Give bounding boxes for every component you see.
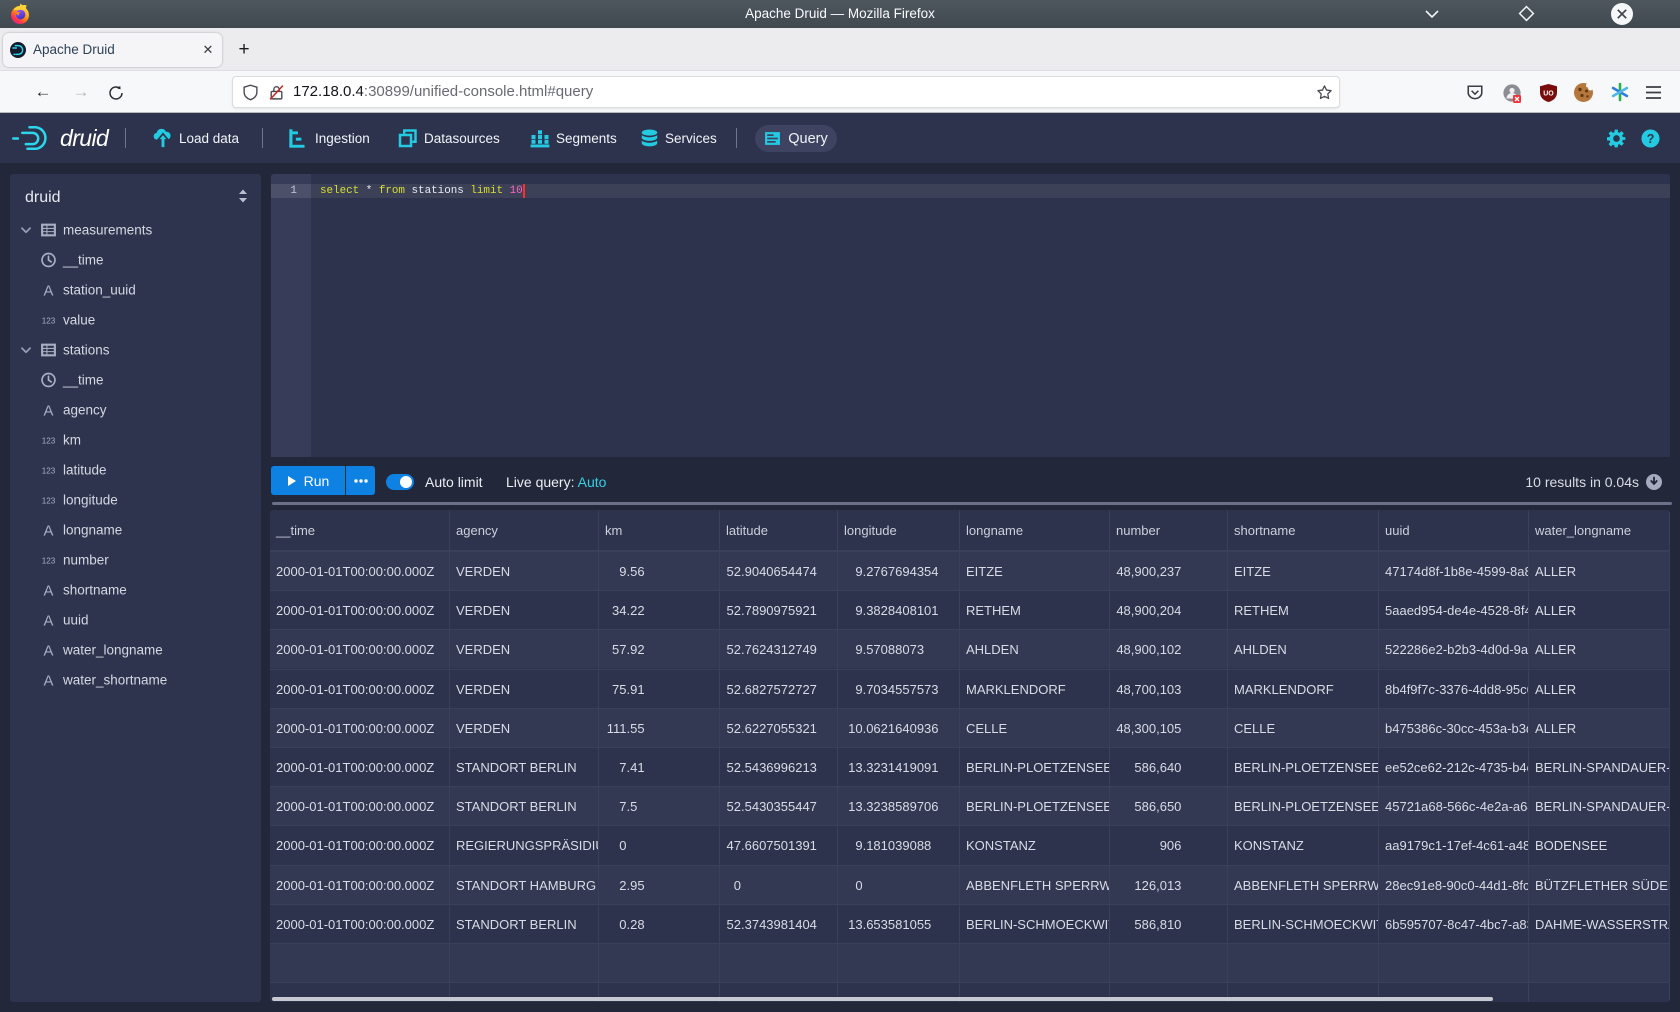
svg-text:A: A	[44, 673, 54, 688]
svg-text:A: A	[44, 643, 54, 658]
svg-text:A: A	[44, 403, 54, 418]
svg-text:123: 123	[42, 466, 56, 475]
svg-text:A: A	[44, 523, 54, 538]
svg-text:123: 123	[42, 316, 56, 325]
svg-text:123: 123	[42, 496, 56, 505]
svg-text:UO: UO	[1543, 91, 1554, 98]
svg-text:?: ?	[1647, 131, 1655, 145]
svg-text:123: 123	[42, 436, 56, 445]
svg-text:123: 123	[42, 556, 56, 565]
svg-text:A: A	[44, 283, 54, 298]
svg-text:A: A	[44, 583, 54, 598]
svg-text:A: A	[44, 613, 54, 628]
